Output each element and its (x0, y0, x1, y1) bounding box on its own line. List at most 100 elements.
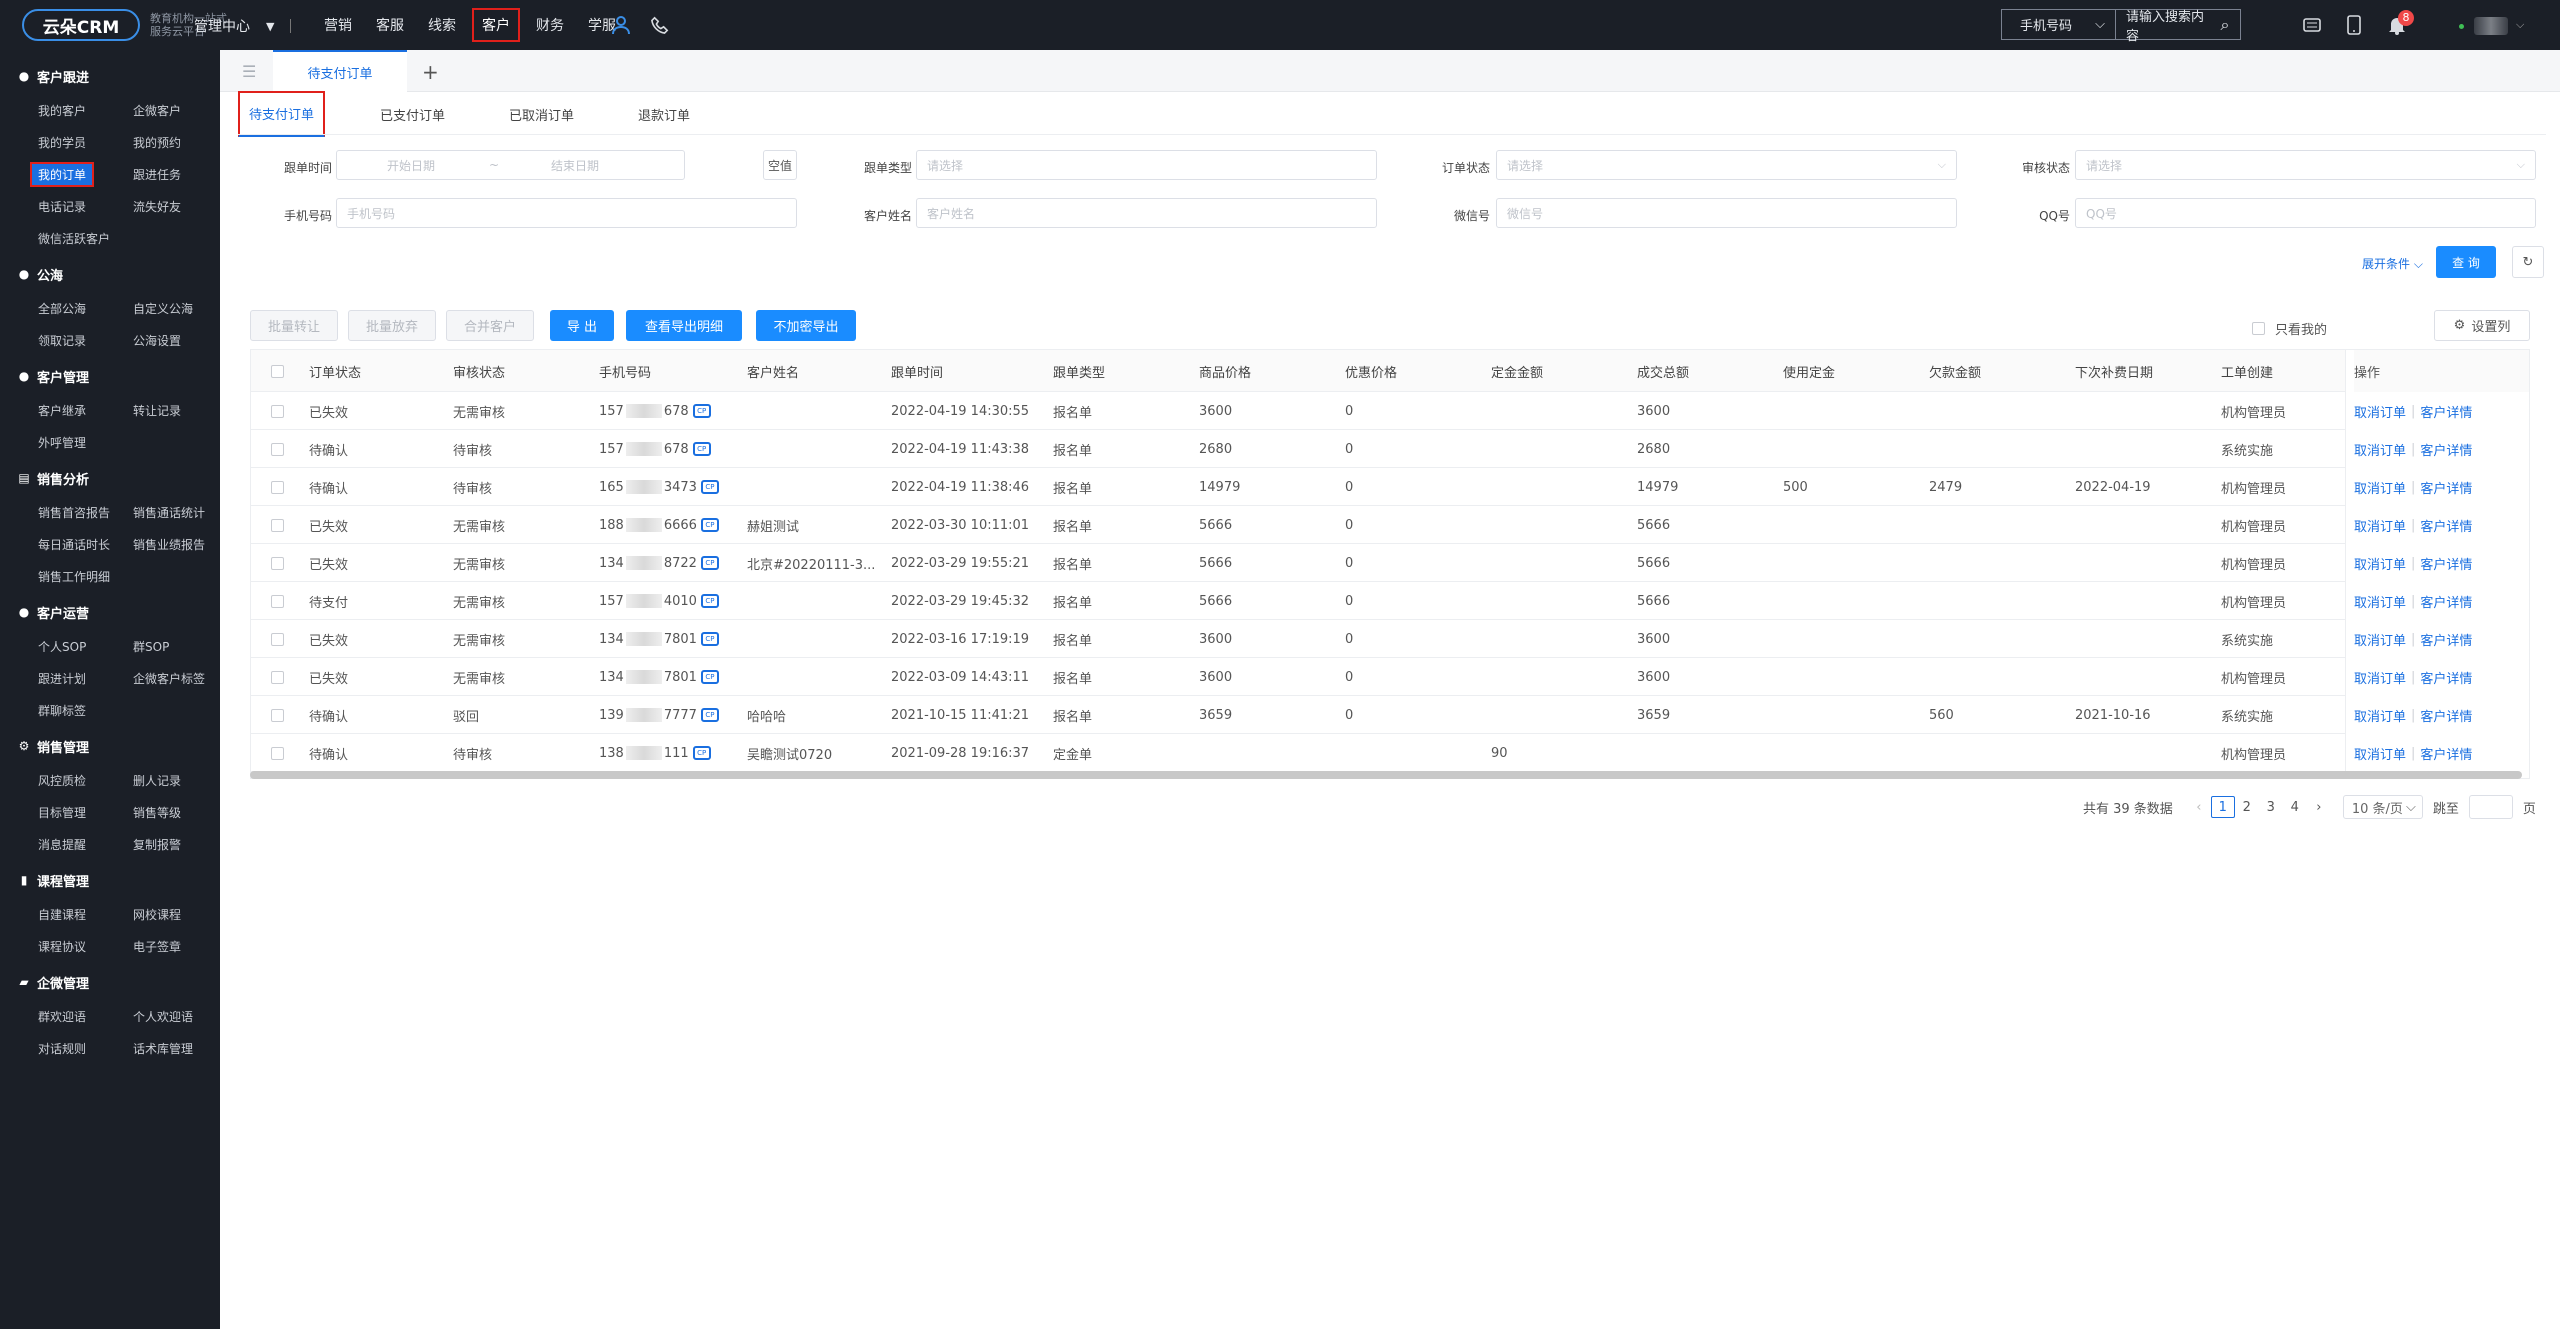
page-number[interactable]: 3 (2259, 796, 2283, 818)
goto-page-input[interactable] (2468, 795, 2513, 819)
search-type-select[interactable]: 手机号码 ⌵ (2002, 10, 2116, 39)
phone-field[interactable]: 手机号码 (336, 198, 797, 228)
sidebar-group[interactable]: ● 客户跟进 (0, 58, 220, 94)
checkbox[interactable] (271, 518, 284, 532)
cancel-order-link[interactable]: 取消订单 (2354, 706, 2406, 725)
sidebar-group[interactable]: ▰ 企微管理 (0, 964, 220, 1000)
row-checkbox[interactable] (271, 544, 284, 582)
select-all-checkbox[interactable] (271, 350, 284, 392)
page-number[interactable]: 1 (2210, 796, 2235, 818)
checkbox[interactable] (271, 632, 284, 646)
search-icon[interactable]: ⌕ (2210, 15, 2240, 35)
checkbox[interactable] (271, 480, 284, 494)
cancel-order-link[interactable]: 取消订单 (2354, 592, 2406, 611)
cancel-order-link[interactable]: 取消订单 (2354, 402, 2406, 421)
customer-detail-link[interactable]: 客户详情 (2420, 706, 2472, 725)
sidebar-item[interactable]: 自定义公海 (133, 292, 228, 324)
cancel-order-link[interactable]: 取消订单 (2354, 478, 2406, 497)
checkbox[interactable] (271, 404, 284, 418)
sidebar-item[interactable]: 目标管理 (38, 796, 133, 828)
plain-export-button[interactable]: 不加密导出 (756, 310, 856, 341)
export-button[interactable]: 导 出 (550, 310, 614, 341)
sidebar-group[interactable]: ⚙ 销售管理 (0, 728, 220, 764)
sidebar-item[interactable]: 公海设置 (133, 324, 228, 356)
table-row[interactable]: 已失效 无需审核 134 7801 CP 2022-03-16 17:19:19 报名单 36… (251, 620, 2529, 658)
top-nav-item[interactable]: 营销 (316, 8, 360, 42)
top-nav-item[interactable]: 财务 (528, 8, 572, 42)
avatar[interactable] (2474, 17, 2508, 35)
customer-detail-link[interactable]: 客户详情 (2420, 592, 2472, 611)
table-row[interactable]: 待确认 待审核 157 678 CP 2022-04-19 11:43:38 报名单 2680… (251, 430, 2529, 468)
sidebar-item[interactable]: 转让记录 (133, 394, 228, 426)
sidebar-item[interactable]: 全部公海 (38, 292, 133, 324)
sidebar-item[interactable]: 销售工作明细 (38, 560, 133, 592)
collapse-menu-icon[interactable]: ☰ (242, 62, 256, 81)
sidebar-item[interactable]: 我的订单 (30, 158, 133, 190)
table-row[interactable]: 已失效 无需审核 134 8722 CP 北京#20220111-3... 2022-03-… (251, 544, 2529, 582)
prev-page-icon[interactable]: ‹ (2187, 796, 2211, 818)
cancel-order-link[interactable]: 取消订单 (2354, 516, 2406, 535)
table-row[interactable]: 待支付 无需审核 157 4010 CP 2022-03-29 19:45:32 报名单 56… (251, 582, 2529, 620)
view-export-details-button[interactable]: 查看导出明细 (626, 310, 742, 341)
table-row[interactable]: 已失效 无需审核 157 678 CP 2022-04-19 14:30:55 报名单 360… (251, 392, 2529, 430)
sidebar-item[interactable]: 跟进计划 (38, 662, 133, 694)
copy-icon[interactable]: CP (700, 518, 719, 532)
row-checkbox[interactable] (271, 734, 284, 772)
sidebar-item[interactable]: 销售通话统计 (133, 496, 228, 528)
copy-icon[interactable]: CP (700, 594, 719, 608)
checkbox[interactable] (271, 670, 284, 684)
merge-customers-button[interactable]: 合并客户 (446, 310, 534, 341)
tab-pending-orders[interactable]: 待支付订单 (273, 50, 407, 92)
sidebar-item[interactable]: 销售等级 (133, 796, 228, 828)
sidebar-item[interactable]: 领取记录 (38, 324, 133, 356)
checkbox[interactable] (271, 708, 284, 722)
sidebar-item[interactable]: 群欢迎语 (38, 1000, 133, 1032)
sub-tab[interactable]: 已支付订单 (371, 94, 454, 134)
search-input[interactable]: 请输入搜索内容 (2116, 6, 2210, 44)
qq-field[interactable]: QQ号 (2075, 198, 2536, 228)
customer-detail-link[interactable]: 客户详情 (2420, 440, 2472, 459)
only-mine-toggle[interactable]: 只看我的 (2252, 319, 2327, 338)
page-number[interactable]: 2 (2235, 796, 2259, 818)
sub-tab[interactable]: 待支付订单 (238, 91, 326, 137)
table-row[interactable]: 待确认 驳回 139 7777 CP 哈哈哈 2021-10-15 11:41:21 报名单 3… (251, 696, 2529, 734)
checkbox[interactable] (271, 594, 284, 608)
copy-icon[interactable]: CP (692, 746, 711, 760)
row-checkbox[interactable] (271, 468, 284, 506)
copy-icon[interactable]: CP (700, 670, 719, 684)
sidebar-item[interactable]: 网校课程 (133, 898, 228, 930)
row-checkbox[interactable] (271, 582, 284, 620)
cancel-order-link[interactable]: 取消订单 (2354, 668, 2406, 687)
sidebar-item[interactable]: 话术库管理 (133, 1032, 228, 1064)
copy-icon[interactable]: CP (700, 708, 719, 722)
refresh-icon[interactable]: ↻ (2512, 246, 2544, 278)
query-button[interactable]: 查 询 (2436, 246, 2496, 278)
sidebar-item[interactable]: 课程协议 (38, 930, 133, 962)
sidebar-item[interactable]: 我的客户 (38, 94, 133, 126)
sidebar-item[interactable]: 销售业绩报告 (133, 528, 228, 560)
customer-detail-link[interactable]: 客户详情 (2420, 402, 2472, 421)
table-row[interactable]: 已失效 无需审核 134 7801 CP 2022-03-09 14:43:11 报名单 36… (251, 658, 2529, 696)
sidebar-item[interactable]: 企微客户标签 (133, 662, 228, 694)
wechat-field[interactable]: 微信号 (1496, 198, 1957, 228)
sidebar-item[interactable]: 我的预约 (133, 126, 228, 158)
page-size-select[interactable]: 10 条/页 ⌵ (2342, 795, 2423, 819)
audit-status-select[interactable]: 请选择 ⌵ (2075, 150, 2536, 180)
management-center-menu[interactable]: 管理中心 ▼ (194, 16, 292, 36)
customer-detail-link[interactable]: 客户详情 (2420, 744, 2472, 763)
customer-name-field[interactable]: 客户姓名 (916, 198, 1377, 228)
copy-icon[interactable]: CP (700, 556, 719, 570)
sub-tab[interactable]: 已取消订单 (500, 94, 583, 134)
table-row[interactable]: 已失效 无需审核 188 6666 CP 赫姐测试 2022-03-30 10:11:01 报… (251, 506, 2529, 544)
sidebar-item[interactable]: 销售首咨报告 (38, 496, 133, 528)
horizontal-scrollbar[interactable] (250, 771, 2522, 779)
checkbox[interactable] (271, 364, 284, 378)
row-checkbox[interactable] (271, 392, 284, 430)
sidebar-group[interactable]: ● 客户运营 (0, 594, 220, 630)
column-settings-button[interactable]: ⚙ 设置列 (2434, 310, 2530, 341)
follow-type-select[interactable]: 请选择 (916, 150, 1377, 180)
empty-value-button[interactable]: 空值 (763, 150, 797, 180)
date-range-picker[interactable]: 开始日期 ~ 结束日期 (336, 150, 685, 180)
customer-detail-link[interactable]: 客户详情 (2420, 630, 2472, 649)
copy-icon[interactable]: CP (700, 480, 719, 494)
